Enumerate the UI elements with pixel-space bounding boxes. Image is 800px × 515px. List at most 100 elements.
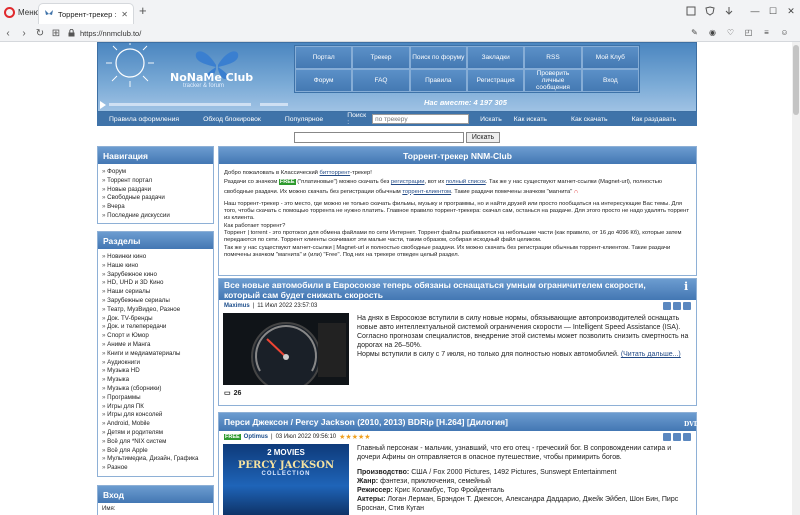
scrollbar-thumb[interactable] bbox=[793, 45, 799, 115]
section-item[interactable]: Игры для консолей bbox=[102, 411, 209, 420]
nav-my-club[interactable]: Мой Клуб bbox=[581, 46, 639, 69]
facebook-icon[interactable] bbox=[683, 432, 691, 441]
close-window-button[interactable]: ✕ bbox=[782, 0, 800, 22]
section-item[interactable]: Музыка (сборники) bbox=[102, 385, 209, 394]
link-bypass[interactable]: Обход блокировок bbox=[191, 116, 273, 123]
section-item[interactable]: Аниме и Манга bbox=[102, 341, 209, 350]
bittorrent-link[interactable]: битторрент bbox=[320, 170, 351, 176]
nav-register[interactable]: Регистрация bbox=[466, 69, 525, 92]
speed-dial-button[interactable]: ⊞ bbox=[48, 25, 64, 41]
url-field[interactable]: https://nnmclub.to/ bbox=[80, 29, 141, 38]
full-list-link[interactable]: полный список bbox=[446, 179, 486, 185]
nav-rss[interactable]: RSS bbox=[524, 46, 582, 69]
section-item[interactable]: HD, UHD и 3D Кино bbox=[102, 279, 209, 288]
read-more-link[interactable]: (Читать дальше...) bbox=[621, 351, 681, 358]
tracker-search-input[interactable] bbox=[372, 114, 470, 124]
section-item[interactable]: Мультимедиа, Дизайн, Графика bbox=[102, 455, 209, 464]
link-rules[interactable]: Правила оформления bbox=[97, 116, 191, 123]
camera-icon[interactable]: ◉ bbox=[707, 27, 718, 38]
nav-faq[interactable]: FAQ bbox=[352, 69, 410, 92]
nav-rules[interactable]: Правила bbox=[409, 69, 467, 92]
maximize-button[interactable]: ☐ bbox=[764, 0, 782, 22]
nav-bookmarks[interactable]: Закладки bbox=[466, 46, 525, 69]
section-item[interactable]: Всё для Apple bbox=[102, 447, 209, 456]
edit-icon[interactable]: ✎ bbox=[689, 27, 700, 38]
link-how-download[interactable]: Как скачать bbox=[559, 116, 620, 123]
close-tab-icon[interactable]: ✕ bbox=[121, 10, 128, 19]
torrent-author[interactable]: Optimus bbox=[244, 434, 268, 440]
extensions-icon[interactable]: ◰ bbox=[743, 27, 754, 38]
profile-icon[interactable]: ☺ bbox=[779, 27, 790, 38]
minimize-button[interactable]: — bbox=[746, 0, 764, 22]
section-item[interactable]: Спорт и Юмор bbox=[102, 332, 209, 341]
site-search-button[interactable]: Искать bbox=[466, 132, 500, 143]
back-button[interactable]: ‹ bbox=[0, 25, 16, 41]
section-item[interactable]: Док. TV-бренды bbox=[102, 315, 209, 324]
section-item[interactable]: Детям и родителям bbox=[102, 429, 209, 438]
nav-item[interactable]: Новые раздачи bbox=[102, 186, 209, 195]
section-item[interactable]: Книги и медиаматериалы bbox=[102, 350, 209, 359]
cast-row: Актеры: Логан Лерман, Брэндон Т. Джексон… bbox=[357, 496, 679, 512]
nav-tracker[interactable]: Трекер bbox=[352, 46, 410, 69]
nav-item[interactable]: Торрент портал bbox=[102, 177, 209, 186]
section-item[interactable]: Разное bbox=[102, 464, 209, 473]
bookmark-heart-icon[interactable]: ♡ bbox=[725, 27, 736, 38]
play-icon[interactable] bbox=[100, 100, 106, 109]
tracker-search-button[interactable]: Искать bbox=[480, 116, 502, 123]
torrent-description: Главный персонаж - мальчик, узнавший, чт… bbox=[357, 445, 672, 461]
nav-portal[interactable]: Портал bbox=[295, 46, 353, 69]
nav-item[interactable]: Свободные раздачи bbox=[102, 194, 209, 203]
progress-bar[interactable] bbox=[109, 103, 251, 106]
link-thanks[interactable]: Спасибо! bbox=[688, 116, 741, 123]
nav-forum[interactable]: Форум bbox=[295, 69, 353, 92]
section-item[interactable]: Новинки кино bbox=[102, 253, 209, 262]
link-how-search[interactable]: Как искать bbox=[502, 116, 559, 123]
facebook-icon[interactable] bbox=[683, 301, 691, 310]
section-item[interactable]: Зарубежные сериалы bbox=[102, 297, 209, 306]
share-icon[interactable] bbox=[663, 432, 671, 441]
section-item[interactable]: Музыка HD bbox=[102, 367, 209, 376]
torrent-title[interactable]: Перси Джексон / Percy Jackson (2010, 201… bbox=[224, 417, 508, 427]
comments-count[interactable]: 26 bbox=[234, 390, 242, 397]
comments-icon[interactable]: ▭ bbox=[224, 389, 231, 397]
news-title[interactable]: Все новые автомобили в Евросоюзе теперь … bbox=[224, 280, 646, 300]
snapshot-icon[interactable] bbox=[686, 6, 696, 16]
nav-login[interactable]: Вход bbox=[581, 69, 639, 92]
browser-tab[interactable]: Торрент-трекер :: NNM-C ✕ bbox=[38, 3, 134, 24]
new-tab-button[interactable]: + bbox=[139, 4, 147, 18]
nav-item[interactable]: Форум bbox=[102, 168, 209, 177]
registration-link[interactable]: регистрации bbox=[391, 179, 425, 185]
share-icon[interactable] bbox=[663, 301, 671, 310]
link-popular[interactable]: Популярное bbox=[273, 116, 335, 123]
scrollbar[interactable] bbox=[792, 42, 800, 515]
section-item[interactable]: Всё для *NIX систем bbox=[102, 438, 209, 447]
torrent-client-link[interactable]: торрент-клиентом bbox=[402, 189, 451, 195]
forward-button[interactable]: › bbox=[16, 25, 32, 41]
section-item[interactable]: Зарубежное кино bbox=[102, 271, 209, 280]
menu-lines-icon[interactable]: ≡ bbox=[761, 27, 772, 38]
shield-icon[interactable] bbox=[705, 6, 715, 16]
volume-slider[interactable] bbox=[260, 103, 288, 106]
section-item[interactable]: Наши сериалы bbox=[102, 288, 209, 297]
twitter-icon[interactable] bbox=[673, 301, 681, 310]
section-item[interactable]: Программы bbox=[102, 394, 209, 403]
section-item[interactable]: Android, Mobile bbox=[102, 420, 209, 429]
site-search-input[interactable] bbox=[294, 132, 464, 143]
nav-messages[interactable]: Проверить личные сообщения bbox=[524, 69, 582, 92]
news-author[interactable]: Maximus bbox=[224, 303, 250, 309]
section-item[interactable]: Игры для ПК bbox=[102, 403, 209, 412]
magnet-icon: ∩ bbox=[573, 188, 579, 195]
download-icon[interactable] bbox=[724, 6, 734, 16]
section-item[interactable]: Аудиокниги bbox=[102, 359, 209, 368]
section-item[interactable]: Наше кино bbox=[102, 262, 209, 271]
section-item[interactable]: Театр, МузВидео, Разное bbox=[102, 306, 209, 315]
twitter-icon[interactable] bbox=[673, 432, 681, 441]
reload-button[interactable]: ↻ bbox=[32, 25, 48, 41]
sections-block: Разделы Новинки кино Наше кино Зарубежно… bbox=[97, 231, 214, 477]
link-how-seed[interactable]: Как раздавать bbox=[620, 116, 689, 123]
nav-item[interactable]: Вчера bbox=[102, 203, 209, 212]
nav-item[interactable]: Последние дискуссии bbox=[102, 212, 209, 221]
section-item[interactable]: Док. и телепередачи bbox=[102, 323, 209, 332]
section-item[interactable]: Музыка bbox=[102, 376, 209, 385]
nav-forum-search[interactable]: Поиск по форуму bbox=[409, 46, 467, 69]
